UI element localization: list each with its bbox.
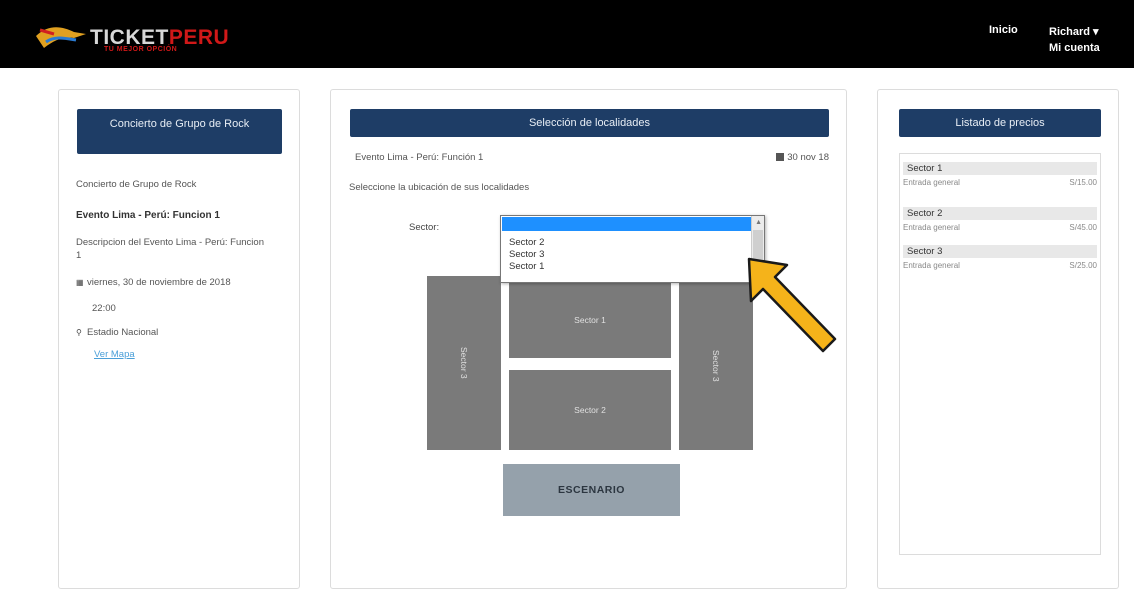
dropdown-option[interactable]: Sector 2 — [509, 237, 544, 248]
map-pin-icon: ⚲ — [76, 328, 82, 337]
event-time: 22:00 — [92, 303, 116, 314]
seat-selection-header: Selección de localidades — [350, 109, 829, 137]
function-row: Evento Lima - Perú: Función 1 30 nov 18 — [355, 152, 829, 163]
price-sector-title: Sector 3 — [903, 245, 1097, 258]
user-name-dropdown[interactable]: Richard ▾ — [1049, 24, 1100, 40]
function-name: Evento Lima - Perú: Función 1 — [355, 152, 484, 163]
calendar-icon — [776, 153, 785, 161]
function-date: 30 nov 18 — [776, 152, 829, 163]
dropdown-selected-option[interactable] — [502, 217, 752, 231]
event-venue: Estadio Nacional — [87, 327, 159, 338]
event-date: viernes, 30 de noviembre de 2018 — [87, 277, 231, 288]
calendar-icon: ▦ — [76, 278, 84, 287]
seat-block-top[interactable]: Sector 1 — [509, 282, 671, 358]
price-row: Entrada general S/25.00 — [903, 261, 1097, 270]
dropdown-option[interactable]: Sector 1 — [509, 261, 544, 272]
event-venue-row: ⚲ Estadio Nacional — [76, 327, 158, 338]
annotation-arrow-icon — [747, 257, 837, 353]
price-list-panel: Listado de precios Sector 1 Entrada gene… — [877, 89, 1119, 589]
logo-dancer-icon — [36, 27, 86, 48]
seat-block-bottom[interactable]: Sector 2 — [509, 370, 671, 450]
user-menu[interactable]: Richard ▾ Mi cuenta — [1049, 24, 1100, 56]
brand-tagline: TU MEJOR OPCIÓN — [104, 46, 178, 53]
seat-block-left[interactable]: Sector 3 — [427, 276, 501, 450]
price-sector-title: Sector 1 — [903, 162, 1097, 175]
event-subtitle: Concierto de Grupo de Rock — [76, 179, 197, 190]
event-description: Descripcion del Evento Lima - Perú: Func… — [76, 237, 264, 261]
dropdown-option[interactable]: Sector 3 — [509, 249, 544, 260]
price-list-header: Listado de precios — [899, 109, 1101, 137]
price-list-box: Sector 1 Entrada general S/15.00 Sector 2… — [899, 153, 1101, 555]
event-title: Evento Lima - Perú: Funcion 1 — [76, 210, 220, 221]
event-header: Concierto de Grupo de Rock — [77, 109, 282, 154]
stage-block: ESCENARIO — [503, 464, 680, 516]
seat-block-right[interactable]: Sector 3 — [679, 282, 753, 450]
sector-label: Sector: — [409, 222, 440, 233]
my-account-link[interactable]: Mi cuenta — [1049, 40, 1100, 56]
selection-instruction: Seleccione la ubicación de sus localidad… — [349, 182, 530, 193]
top-navbar: TICKETPERU TU MEJOR OPCIÓN Inicio Richar… — [0, 0, 1134, 68]
price-row: Entrada general S/15.00 — [903, 178, 1097, 187]
event-info-panel: Concierto de Grupo de Rock Concierto de … — [58, 89, 300, 589]
price-sector-title: Sector 2 — [903, 207, 1097, 220]
sector-select-dropdown[interactable]: Sector 2 Sector 3 Sector 1 ▲ — [500, 215, 765, 283]
ticketperu-logo[interactable]: TICKETPERU TU MEJOR OPCIÓN — [34, 22, 244, 60]
event-date-row: ▦ viernes, 30 de noviembre de 2018 — [76, 276, 276, 289]
nav-inicio-link[interactable]: Inicio — [989, 24, 1018, 36]
price-row: Entrada general S/45.00 — [903, 223, 1097, 232]
view-map-link[interactable]: Ver Mapa — [94, 349, 135, 360]
scroll-up-icon[interactable]: ▲ — [755, 219, 762, 226]
